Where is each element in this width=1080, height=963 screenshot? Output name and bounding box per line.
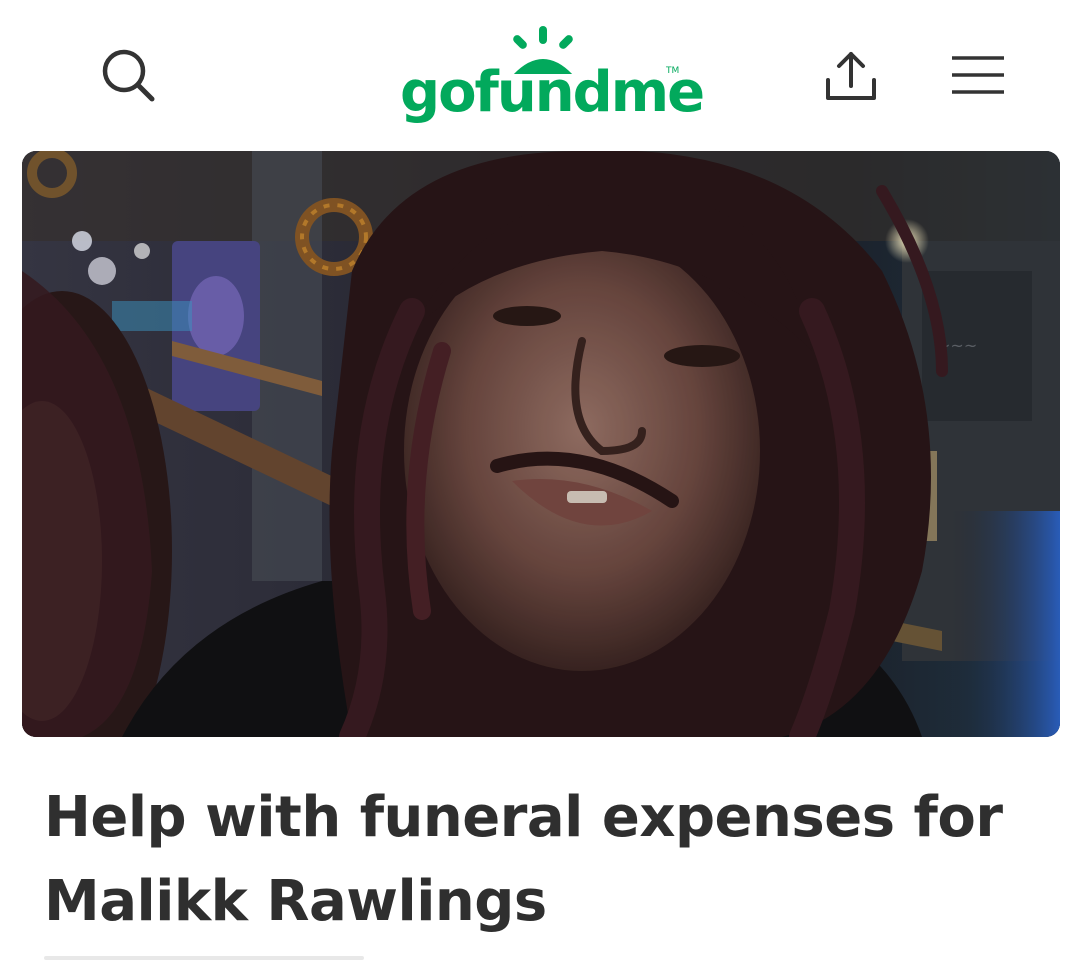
share-icon [826, 52, 876, 100]
campaign-title-line-2: Malikk Rawlings [44, 869, 547, 934]
divider [44, 956, 364, 960]
hamburger-menu-icon [952, 56, 1004, 94]
gofundme-logo[interactable]: gofundme TM [400, 24, 705, 125]
campaign-title-line-1: Help with funeral expenses for [44, 785, 1003, 850]
top-bar: gofundme TM [0, 0, 1080, 150]
campaign-title: Help with funeral expenses for Malikk Ra… [44, 776, 1034, 944]
campaign-photo-illustration: ~~~ [22, 151, 1060, 737]
search-button[interactable] [98, 46, 158, 104]
share-button[interactable] [820, 46, 882, 106]
logo-wordmark: gofundme [400, 60, 705, 125]
campaign-photo[interactable]: ~~~ [22, 151, 1060, 737]
trademark-mark: TM [666, 66, 680, 76]
menu-button[interactable] [948, 50, 1008, 100]
search-icon [102, 49, 155, 102]
